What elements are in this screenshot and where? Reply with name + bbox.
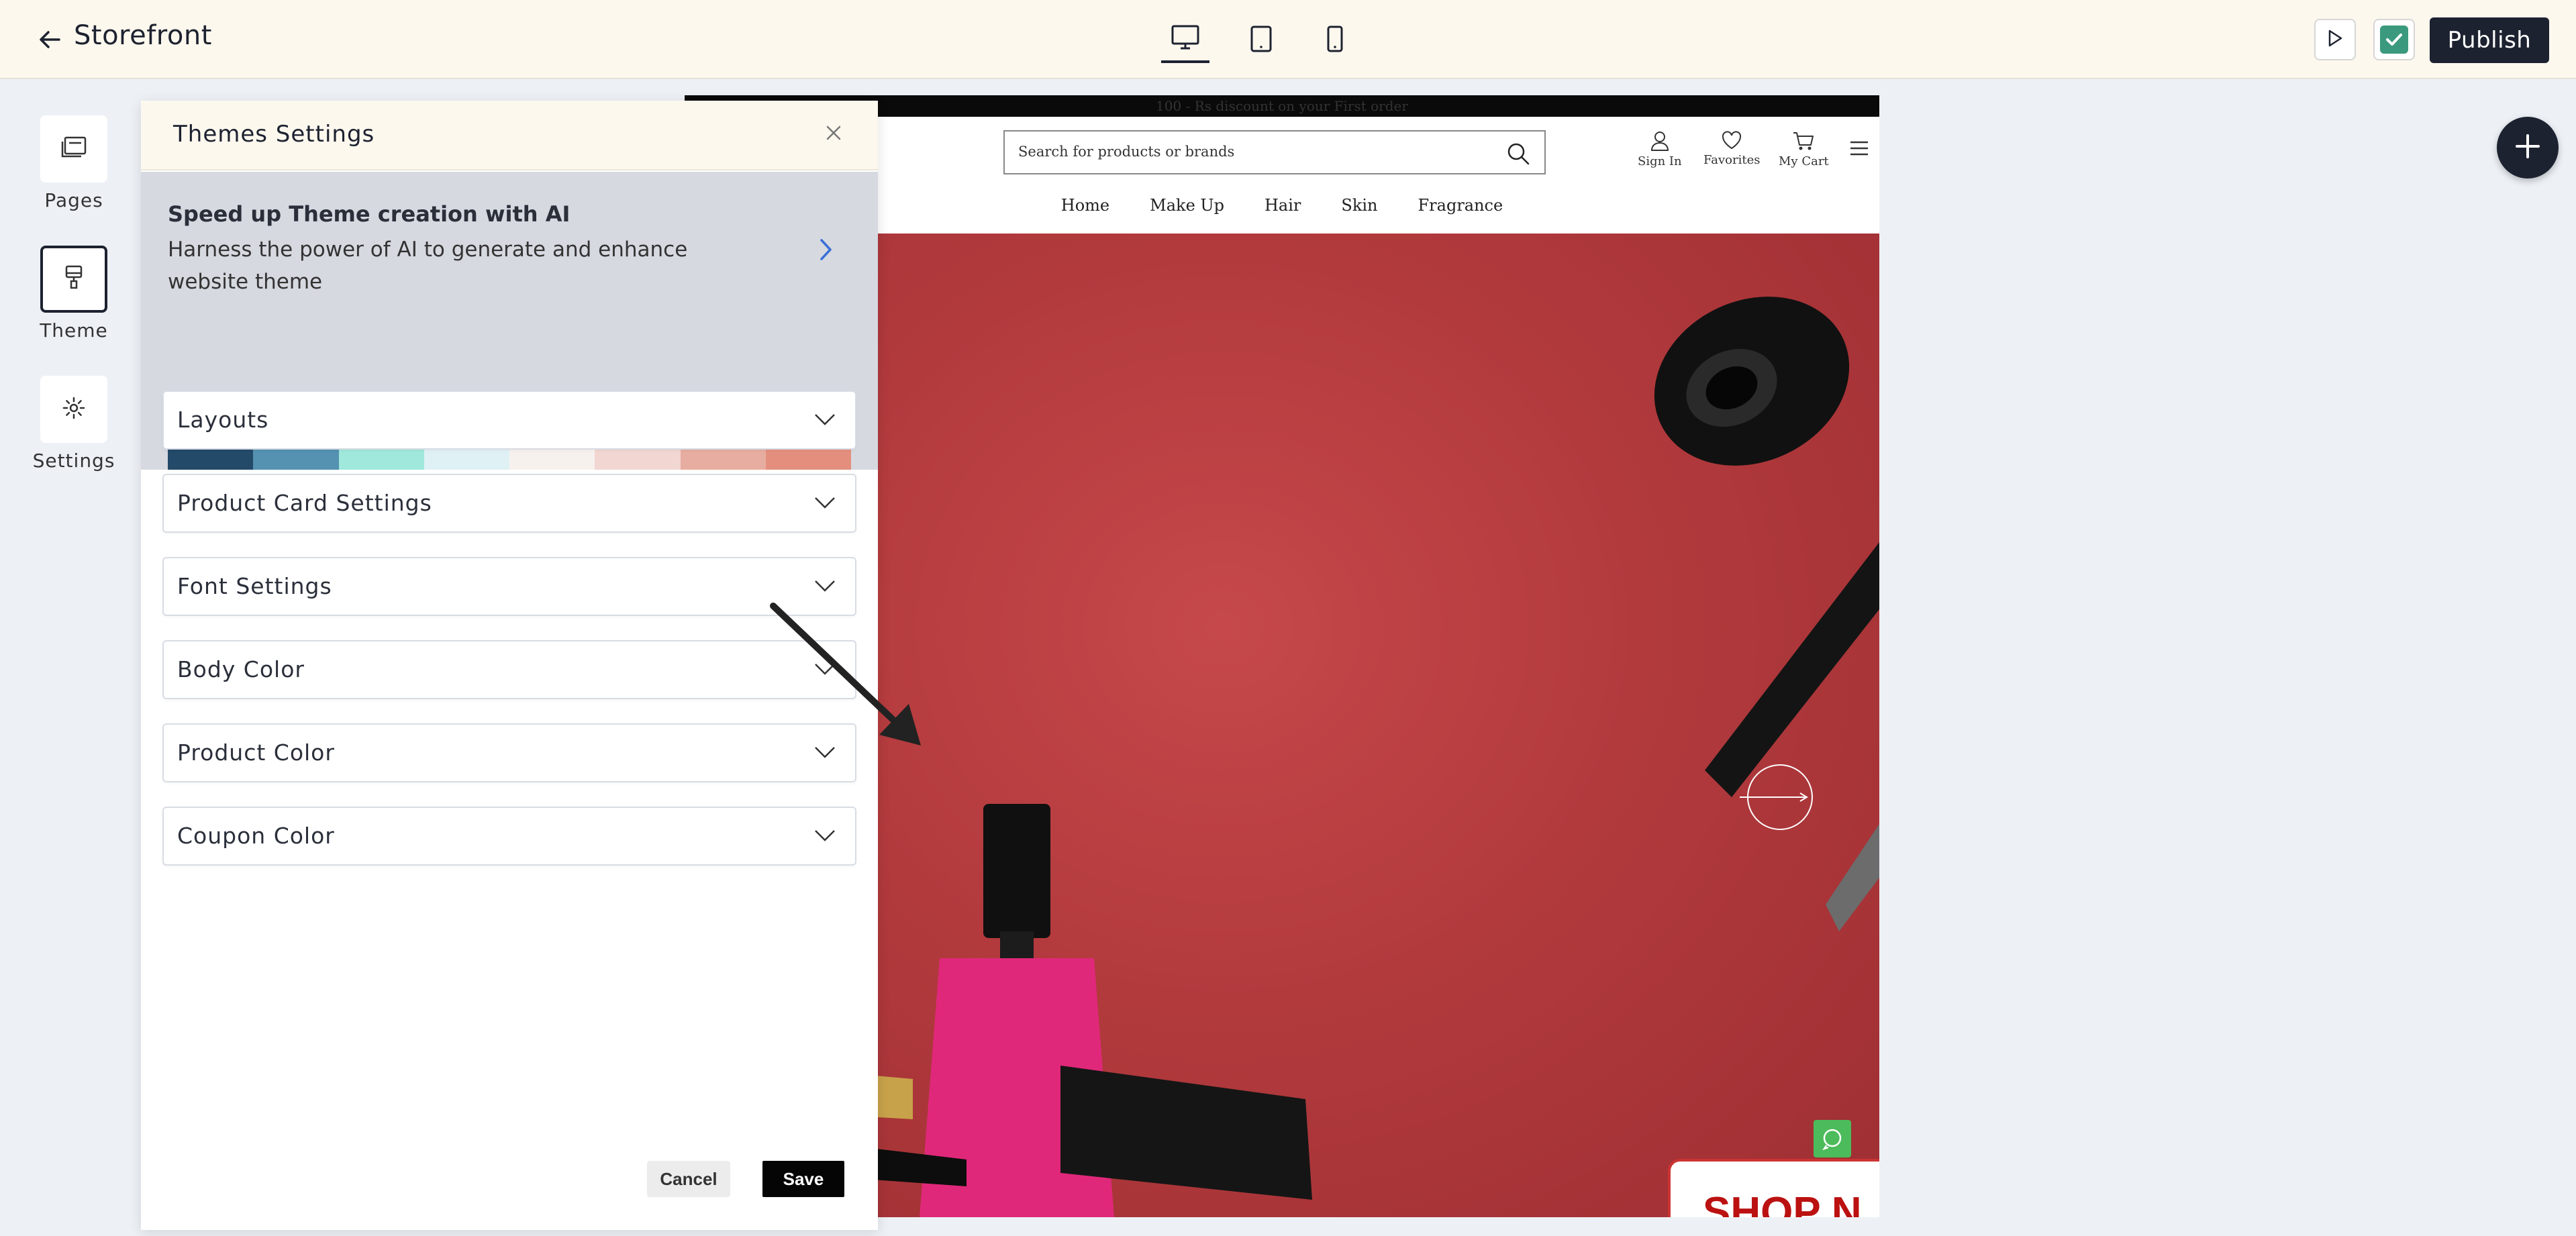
favorites-label: Favorites (1703, 153, 1761, 167)
accordion-label: Layouts (177, 407, 269, 433)
plus-icon (2514, 133, 2541, 162)
tablet-icon (1250, 25, 1273, 56)
favorites-link[interactable]: Favorites (1703, 130, 1761, 167)
chevron-right-icon[interactable] (818, 236, 835, 266)
accordion-label: Body Color (177, 656, 305, 682)
store-search-input[interactable] (1018, 132, 1488, 172)
accordion-label: Coupon Color (177, 823, 335, 849)
cart-icon (1779, 130, 1829, 152)
gear-icon (62, 396, 86, 423)
store-search-bar[interactable] (1003, 130, 1546, 174)
whatsapp-icon[interactable] (1814, 1120, 1851, 1157)
chevron-down-icon (813, 662, 836, 679)
arrow-right-circle-icon[interactable] (1740, 764, 1814, 840)
save-status-button[interactable] (2373, 19, 2415, 60)
sidebar-label-settings: Settings (32, 450, 115, 472)
pages-icon (60, 135, 88, 163)
search-icon[interactable] (1505, 141, 1531, 169)
shop-now-button[interactable]: SHOP N (1668, 1159, 1879, 1217)
chevron-down-icon (813, 828, 836, 845)
chevron-down-icon (813, 495, 836, 513)
sign-in-label: Sign In (1638, 154, 1682, 168)
nav-link-hair[interactable]: Hair (1265, 196, 1301, 215)
mobile-view-button[interactable] (1311, 17, 1359, 63)
sidebar-label-theme: Theme (40, 319, 108, 342)
my-cart-link[interactable]: My Cart (1779, 130, 1829, 168)
accordion-label: Font Settings (177, 573, 332, 599)
accordion-body-color[interactable]: Body Color (162, 640, 856, 699)
accordion-font-settings[interactable]: Font Settings (162, 557, 856, 616)
chevron-down-icon (813, 412, 836, 429)
add-section-button[interactable] (2497, 117, 2559, 178)
my-cart-label: My Cart (1779, 154, 1829, 168)
ai-banner-title: Speed up Theme creation with AI (168, 201, 571, 227)
sign-in-link[interactable]: Sign In (1638, 130, 1682, 168)
nav-link-home[interactable]: Home (1061, 196, 1109, 215)
desktop-icon (1171, 24, 1200, 54)
sidebar-item-settings[interactable] (40, 376, 107, 443)
checkbox-checked-icon (2380, 25, 2408, 54)
app-title: Storefront (74, 20, 212, 51)
panel-header: Themes Settings (141, 101, 878, 170)
cancel-button[interactable]: Cancel (647, 1161, 730, 1197)
arrow-left-icon[interactable] (35, 25, 64, 54)
user-icon (1638, 130, 1682, 152)
nav-link-skin[interactable]: Skin (1341, 196, 1377, 215)
panel-footer: Cancel Save (141, 1154, 878, 1230)
themes-settings-panel: Themes Settings Speed up Theme creation … (141, 101, 921, 1230)
tablet-view-button[interactable] (1237, 17, 1285, 63)
publish-button[interactable]: Publish (2430, 17, 2549, 63)
sidebar-item-pages[interactable] (40, 115, 107, 183)
accordion-coupon-color[interactable]: Coupon Color (162, 807, 856, 866)
panel-title: Themes Settings (173, 121, 375, 148)
top-bar: Storefront Publish (0, 0, 2576, 79)
sidebar-label-pages: Pages (44, 189, 103, 211)
close-icon[interactable] (824, 123, 843, 145)
nav-link-fragrance[interactable]: Fragrance (1418, 196, 1503, 215)
save-button[interactable]: Save (762, 1161, 844, 1197)
play-icon (2326, 29, 2344, 50)
hamburger-icon[interactable] (1849, 140, 1869, 160)
ai-banner-description: Harness the power of AI to generate and … (168, 238, 688, 294)
accordion-product-color[interactable]: Product Color (162, 723, 856, 782)
accordion-product-card-settings[interactable]: Product Card Settings (162, 474, 856, 533)
accordion-label: Product Card Settings (177, 490, 432, 516)
sidebar-item-theme[interactable] (40, 246, 107, 313)
chevron-down-icon (813, 578, 836, 596)
accordion-layouts[interactable]: Layouts (162, 391, 856, 450)
accordion-label: Product Color (177, 739, 335, 766)
preview-button[interactable] (2314, 19, 2356, 60)
brush-icon (62, 264, 85, 294)
chevron-down-icon (813, 745, 836, 762)
heart-icon (1703, 130, 1761, 150)
nav-link-make-up[interactable]: Make Up (1150, 196, 1224, 215)
desktop-view-button[interactable] (1161, 17, 1209, 63)
mobile-icon (1326, 25, 1344, 56)
